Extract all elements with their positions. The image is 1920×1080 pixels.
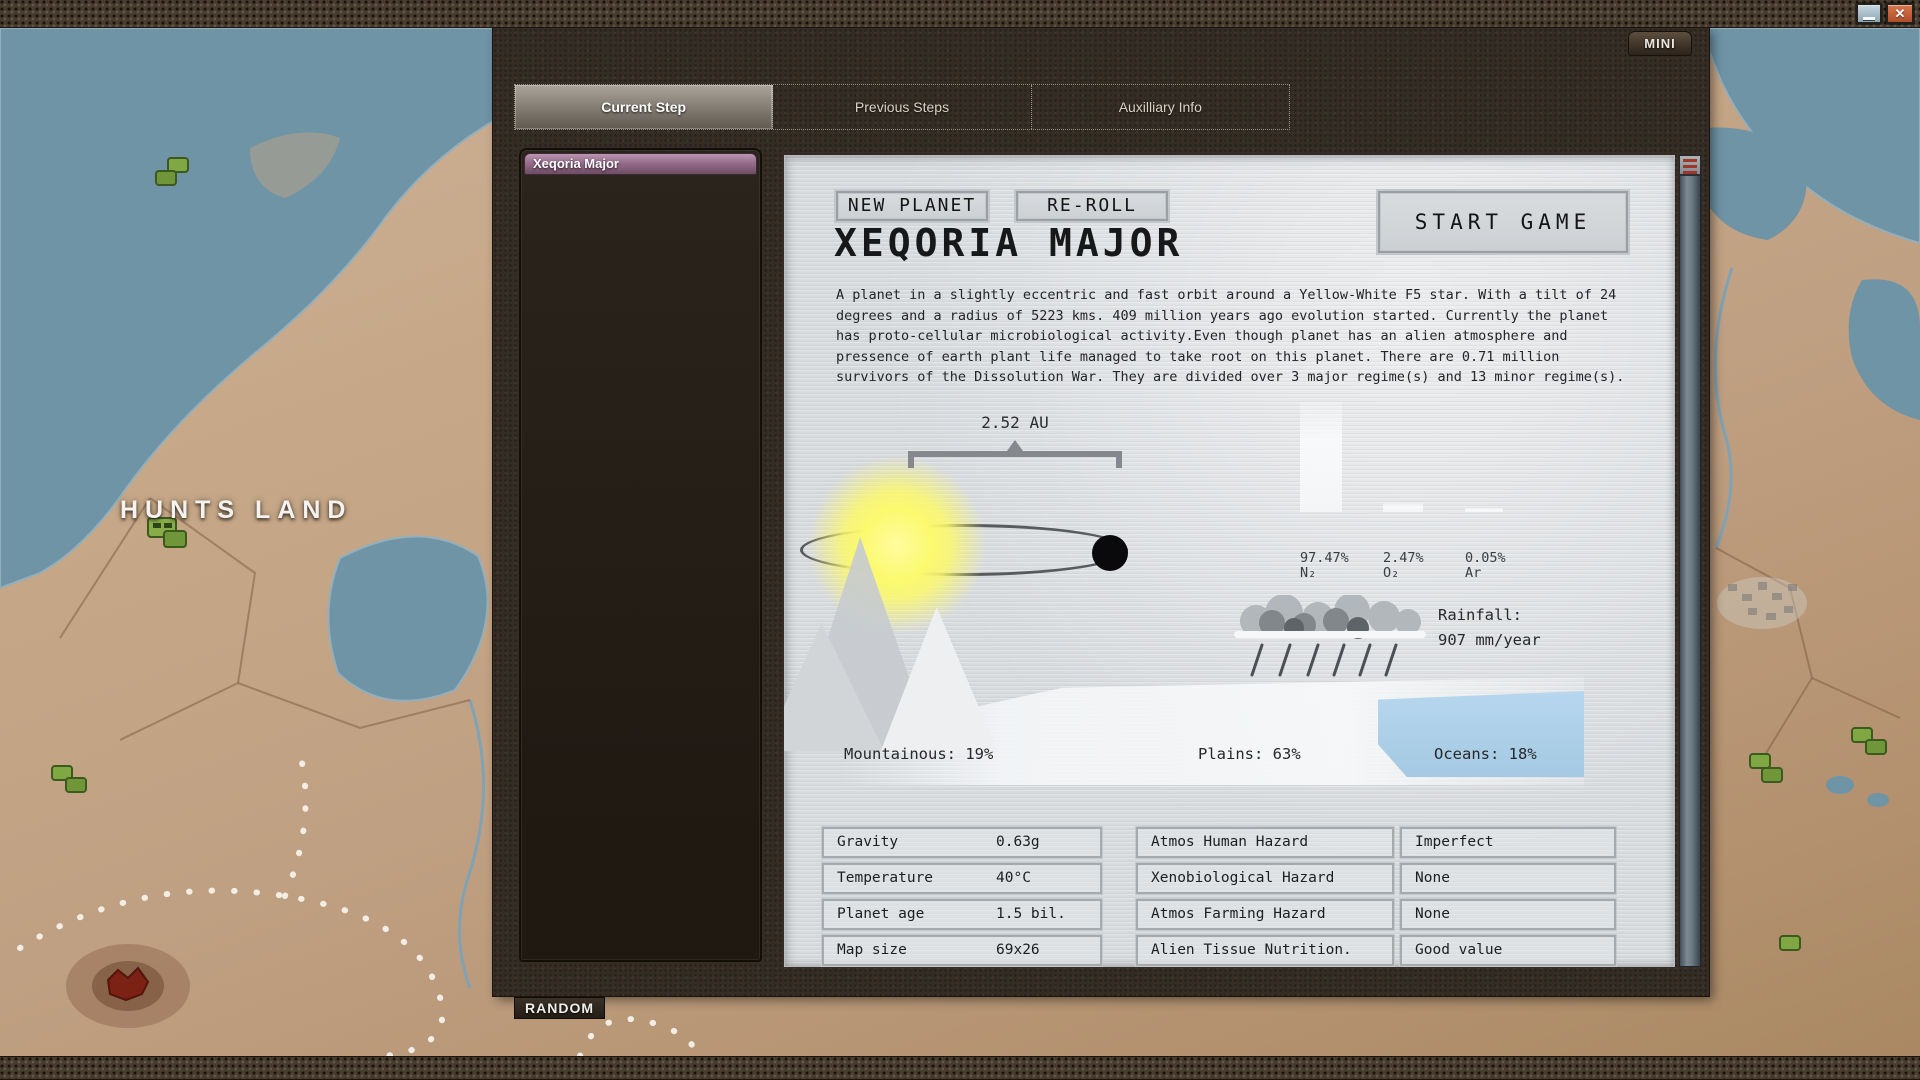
oceans-percent: Oceans: 18% xyxy=(1434,745,1537,763)
rainfall-value: 907 mm/year xyxy=(1438,628,1541,653)
planet-name-title: XEQORIA MAJOR xyxy=(834,221,1183,265)
unit-icon xyxy=(1750,754,1782,782)
window-titlebar: ✕ xyxy=(0,0,1920,28)
hazard-value-atmos-farming: None xyxy=(1400,899,1616,930)
unit-icon xyxy=(1780,936,1800,950)
hazard-label-alien-tissue: Alien Tissue Nutrition. xyxy=(1136,935,1394,966)
water-right-edge xyxy=(1849,279,1920,420)
atmosphere-bar-o2 xyxy=(1383,503,1423,512)
planet-list-sidebar: Xeqoria Major xyxy=(519,148,762,962)
city-ruins xyxy=(1717,577,1807,629)
hazard-value-alien-tissue: Good value xyxy=(1400,935,1616,966)
stat-row-temperature: Temperature40°C xyxy=(822,863,1102,894)
new-planet-button[interactable]: NEW PLANET xyxy=(836,191,988,221)
rainfall-readout: Rainfall: 907 mm/year xyxy=(1438,603,1541,653)
minimize-icon xyxy=(1863,17,1875,20)
unit-icon xyxy=(52,766,86,792)
atmosphere-label-ar: 0.05%Ar xyxy=(1465,521,1514,611)
sun-icon xyxy=(807,455,987,635)
mountainous-percent: Mountainous: 19% xyxy=(844,745,993,763)
minimize-button[interactable] xyxy=(1856,3,1882,24)
tab-current-step[interactable]: Current Step xyxy=(515,85,773,129)
orbit-distance-bracket xyxy=(908,451,1122,457)
window-bottombar xyxy=(0,1056,1920,1080)
random-button[interactable]: RANDOM xyxy=(514,997,605,1019)
tab-auxilliary-info[interactable]: Auxilliary Info xyxy=(1032,85,1289,129)
river xyxy=(459,700,483,988)
water-bay xyxy=(328,536,487,700)
step-tabs: Current Step Previous Steps Auxilliary I… xyxy=(514,84,1290,130)
lake xyxy=(1867,793,1889,807)
scrollbar-up-button[interactable] xyxy=(1680,156,1700,176)
orbit-distance-label: 2.52 AU xyxy=(908,413,1122,432)
reroll-button[interactable]: RE-ROLL xyxy=(1016,191,1168,221)
rainfall-label: Rainfall: xyxy=(1438,603,1541,628)
close-button[interactable]: ✕ xyxy=(1886,3,1914,24)
stat-row-planet-age: Planet age1.5 bil. xyxy=(822,899,1102,930)
tab-previous-steps[interactable]: Previous Steps xyxy=(773,85,1031,129)
hazard-value-xenobiological: None xyxy=(1400,863,1616,894)
planet-report-paper: NEW PLANET RE-ROLL START GAME XEQORIA MA… xyxy=(784,155,1675,967)
hazard-label-atmos-human: Atmos Human Hazard xyxy=(1136,827,1394,858)
stat-row-gravity: Gravity0.63g xyxy=(822,827,1102,858)
map-region-label: HUNTS LAND xyxy=(120,496,353,525)
screen: HUNTS LAND ✕ MINI RANDOM Current Step Pr… xyxy=(0,0,1920,1080)
planet-description: A planet in a slightly eccentric and fas… xyxy=(836,285,1626,388)
mini-button[interactable]: MINI xyxy=(1628,31,1692,56)
sidebar-item-xeqoria-major[interactable]: Xeqoria Major xyxy=(524,153,757,175)
hazard-label-atmos-farming: Atmos Farming Hazard xyxy=(1136,899,1394,930)
river xyxy=(1715,268,1732,548)
unit-icon xyxy=(1852,728,1886,754)
atmosphere-bar-n2 xyxy=(1300,402,1342,512)
start-game-button[interactable]: START GAME xyxy=(1378,191,1628,253)
scrollbar[interactable] xyxy=(1679,155,1701,967)
rain-clouds-icon xyxy=(1232,595,1432,680)
ocean-graphic xyxy=(1378,691,1584,777)
plains-percent: Plains: 63% xyxy=(1198,745,1301,763)
atmosphere-bar-ar xyxy=(1465,508,1503,512)
lake xyxy=(1826,776,1854,794)
stat-row-map-size: Map size69x26 xyxy=(822,935,1102,966)
hazard-label-xenobiological: Xenobiological Hazard xyxy=(1136,863,1394,894)
planet-icon xyxy=(1092,535,1128,571)
hazard-value-atmos-human: Imperfect xyxy=(1400,827,1616,858)
